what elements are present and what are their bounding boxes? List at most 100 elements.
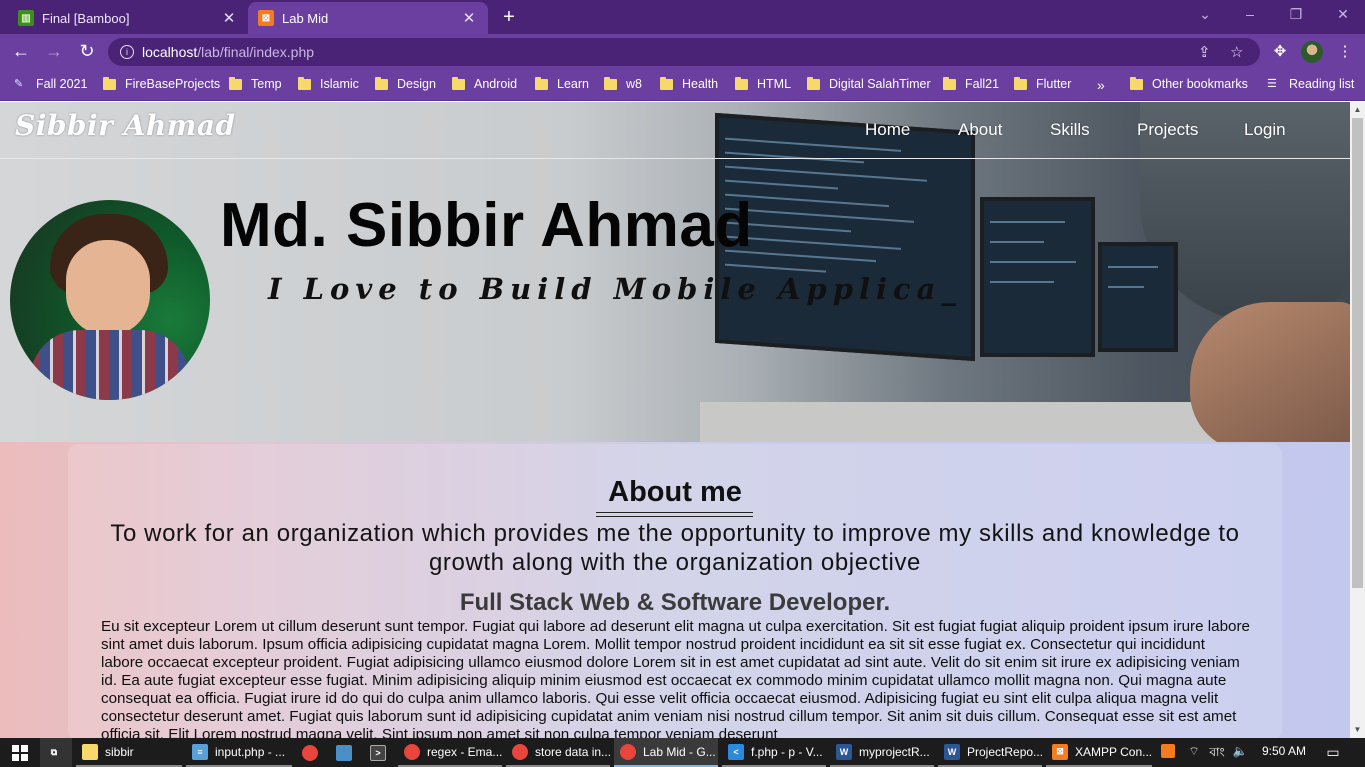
extensions-icon[interactable]: ✥ <box>1270 42 1290 60</box>
tab-title: Lab Mid <box>282 10 329 26</box>
hero-background-monitor <box>1098 242 1178 352</box>
minimize-icon[interactable]: – <box>1240 6 1260 22</box>
close-icon[interactable]: ✕ <box>220 9 238 27</box>
site-info-icon[interactable]: i <box>120 45 134 59</box>
new-tab-icon[interactable]: + <box>498 6 520 29</box>
close-icon[interactable]: ✕ <box>460 9 478 27</box>
chrome-icon <box>620 743 636 760</box>
vscode-icon: < <box>728 743 744 760</box>
taskbar-item-word-1[interactable]: W myprojectR... <box>830 738 934 767</box>
taskbar-item-label: XAMPP Con... <box>1075 744 1152 759</box>
job-role-heading: Full Stack Web & Software Developer. <box>459 589 891 616</box>
profile-avatar[interactable] <box>1301 41 1323 63</box>
wifi-icon[interactable]: ⌔ <box>1184 744 1204 759</box>
close-window-icon[interactable]: ✕ <box>1333 6 1353 23</box>
windows-taskbar: ⧉ sibbir ≡ input.php - ... > regex - Ema… <box>0 738 1365 767</box>
bookmark-android[interactable]: Android <box>452 76 517 91</box>
scroll-up-icon[interactable]: ▲ <box>1350 105 1365 114</box>
windows-start-icon[interactable] <box>0 738 40 767</box>
folder-icon <box>807 76 820 90</box>
chrome-icon <box>404 743 420 760</box>
taskbar-item-vscode[interactable]: < f.php - p - V... <box>722 738 826 767</box>
tab-lab-mid[interactable]: ⊠ Lab Mid ✕ <box>248 2 488 34</box>
taskbar-item-app[interactable] <box>330 738 360 767</box>
language-indicator[interactable]: বাং <box>1204 744 1230 764</box>
taskbar-item-lab-mid[interactable]: Lab Mid - G... <box>614 738 718 767</box>
folder-icon <box>298 76 311 90</box>
bookmark-label: Islamic <box>320 77 359 91</box>
task-view-icon[interactable]: ⧉ <box>40 738 72 767</box>
bookmark-label: Reading list <box>1289 77 1355 91</box>
taskbar-item-label: ProjectRepo... <box>967 744 1042 759</box>
bookmark-star-icon[interactable]: ☆ <box>1230 43 1243 61</box>
word-icon: W <box>944 743 960 760</box>
forward-icon[interactable]: → <box>43 41 65 62</box>
bookmark-firebaseprojects[interactable]: FireBaseProjects <box>103 76 220 91</box>
bookmark-temp[interactable]: Temp <box>229 76 282 91</box>
taskbar-item-regex[interactable]: regex - Ema... <box>398 738 502 767</box>
menu-kebab-icon[interactable]: ⋮ <box>1335 42 1355 60</box>
tab-final-bamboo[interactable]: ▥ Final [Bamboo] ✕ <box>8 2 248 34</box>
folder-icon <box>735 76 748 90</box>
taskbar-item-sibbir[interactable]: sibbir <box>76 738 182 767</box>
reading-list-icon: ☰ <box>1267 77 1277 90</box>
taskbar-item-notepad[interactable]: ≡ input.php - ... <box>186 738 292 767</box>
about-title-underline <box>596 512 753 517</box>
career-objective: To work for an organization which provid… <box>110 520 1240 576</box>
reload-icon[interactable]: ↻ <box>76 41 98 62</box>
notifications-icon[interactable]: ▭ <box>1320 744 1346 761</box>
bookmark-learn[interactable]: Learn <box>535 76 589 91</box>
clock[interactable]: 9:50 AM <box>1254 744 1314 758</box>
page-scrollbar[interactable]: ▲ ▼ <box>1350 102 1365 740</box>
scroll-down-icon[interactable]: ▼ <box>1350 725 1365 734</box>
volume-icon[interactable]: 🔈 <box>1230 744 1250 758</box>
back-icon[interactable]: ← <box>10 41 32 62</box>
bookmark-fall21[interactable]: Fall21 <box>943 76 999 91</box>
other-bookmarks[interactable]: Other bookmarks <box>1130 76 1248 91</box>
nav-home[interactable]: Home <box>865 120 910 140</box>
bookmark-fall-2021[interactable]: ✎ Fall 2021 <box>14 77 87 91</box>
chrome-icon <box>512 743 528 760</box>
bookmark-html[interactable]: HTML <box>735 76 791 91</box>
bookmark-health[interactable]: Health <box>660 76 718 91</box>
bookmark-label: w8 <box>626 77 642 91</box>
reading-list[interactable]: ☰ Reading list <box>1267 77 1354 91</box>
bookmarks-bar: ✎ Fall 2021 FireBaseProjects Temp Islamic… <box>0 70 1365 101</box>
taskbar-item-label: input.php - ... <box>215 744 286 759</box>
site-logo[interactable]: Sibbir Ahmad <box>15 109 236 142</box>
xampp-favicon-icon: ⊠ <box>258 10 274 26</box>
bookmark-islamic[interactable]: Islamic <box>298 76 359 91</box>
nav-projects[interactable]: Projects <box>1137 120 1198 140</box>
restore-icon[interactable]: ❐ <box>1286 6 1306 23</box>
folder-icon <box>535 76 548 90</box>
hero-tagline: I Love to Build Mobile Applica_ <box>268 272 962 306</box>
taskbar-item-label: f.php - p - V... <box>751 744 823 759</box>
bookmark-design[interactable]: Design <box>375 76 436 91</box>
profile-photo <box>10 200 210 400</box>
taskbar-item-label: sibbir <box>105 744 134 759</box>
nav-skills[interactable]: Skills <box>1050 120 1090 140</box>
hero-background-hand <box>1190 302 1350 442</box>
taskbar-item-store-data[interactable]: store data in... <box>506 738 610 767</box>
scrollbar-thumb[interactable] <box>1352 118 1363 588</box>
nav-about[interactable]: About <box>958 120 1002 140</box>
bookmark-label: Other bookmarks <box>1152 77 1248 91</box>
taskbar-item-chrome[interactable] <box>296 738 326 767</box>
bookmark-digital-salahtimer[interactable]: Digital SalahTimer <box>807 76 931 91</box>
taskbar-item-label: Lab Mid - G... <box>643 744 716 759</box>
nav-login[interactable]: Login <box>1244 120 1286 140</box>
taskbar-item-terminal[interactable]: > <box>364 738 394 767</box>
bookmark-w8[interactable]: w8 <box>604 76 642 91</box>
bookmark-flutter[interactable]: Flutter <box>1014 76 1071 91</box>
hero-name: Md. Sibbir Ahmad <box>220 191 753 260</box>
bookmark-label: Learn <box>557 77 589 91</box>
tab-search-icon[interactable]: ⌄ <box>1195 6 1215 23</box>
address-bar[interactable]: i localhost/lab/final/index.php ⇪ ☆ <box>108 38 1260 66</box>
tab-title: Final [Bamboo] <box>42 10 130 26</box>
taskbar-item-xampp[interactable]: ⊠ XAMPP Con... <box>1046 738 1152 767</box>
bookmarks-overflow-icon[interactable]: » <box>1097 77 1105 93</box>
taskbar-item-word-2[interactable]: W ProjectRepo... <box>938 738 1042 767</box>
xampp-tray-icon[interactable] <box>1158 744 1178 761</box>
share-icon[interactable]: ⇪ <box>1198 43 1211 61</box>
about-section: About me To work for an organization whi… <box>0 442 1350 740</box>
